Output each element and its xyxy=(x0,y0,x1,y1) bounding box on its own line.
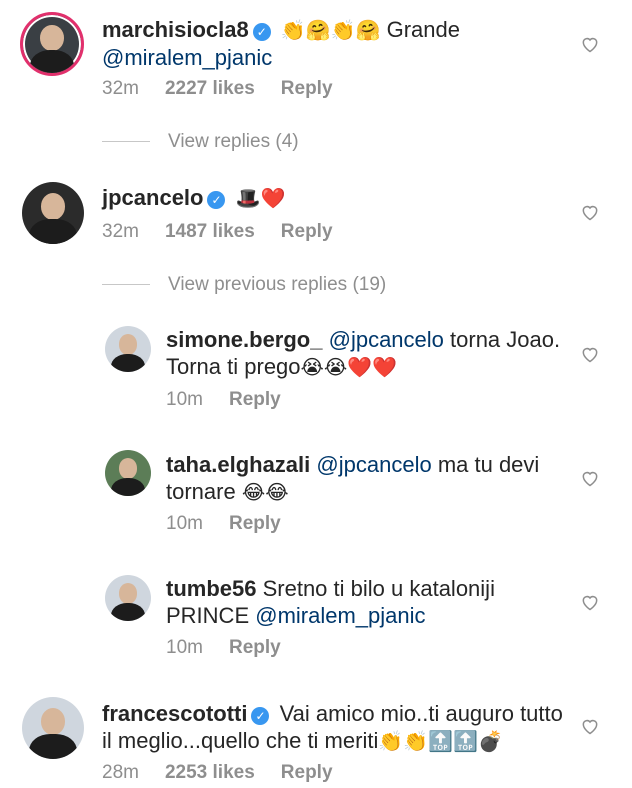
verified-badge-icon: ✓ xyxy=(207,191,226,209)
heart-icon[interactable] xyxy=(580,344,600,364)
timestamp: 32m xyxy=(102,221,139,242)
username[interactable]: marchisiocla8 xyxy=(102,17,249,42)
heart-icon[interactable] xyxy=(580,716,600,736)
heart-icon[interactable] xyxy=(580,202,600,222)
likes-count[interactable]: 2227 likes xyxy=(165,78,255,99)
reply-button[interactable]: Reply xyxy=(281,78,333,99)
username[interactable]: francescototti xyxy=(102,701,247,726)
timestamp: 10m xyxy=(166,389,203,410)
likes-count[interactable]: 1487 likes xyxy=(165,221,255,242)
comment-text: jpcancelo ✓ 🎩❤️ xyxy=(102,184,572,212)
reply-button[interactable]: Reply xyxy=(229,389,281,410)
reply-button[interactable]: Reply xyxy=(281,221,333,242)
reply-body: ma tu devi xyxy=(431,452,540,477)
mention-link[interactable]: @jpcancelo xyxy=(329,327,444,352)
comment-text: marchisiocla8 ✓ 👏🤗👏🤗 Grande @miralem_pjan… xyxy=(102,16,572,71)
comment-emoji: 🎩❤️ xyxy=(235,186,286,210)
comment-emoji: 👏🤗👏🤗 xyxy=(280,18,381,42)
avatar[interactable] xyxy=(105,326,151,372)
view-previous-replies-button[interactable]: View previous replies (19) xyxy=(102,274,386,296)
reply-body: torna Joao. xyxy=(443,327,561,352)
reply-text: taha.elghazali @jpcancelo ma tu devi tor… xyxy=(166,451,576,506)
reply-body: Sretno ti bilo u kataloniji xyxy=(256,576,495,601)
verified-badge-icon: ✓ xyxy=(251,707,270,725)
reply-meta: 10m Reply xyxy=(166,637,307,659)
timestamp: 10m xyxy=(166,637,203,658)
comment-body: Vai amico mio..ti auguro tutto xyxy=(273,701,563,726)
username[interactable]: taha.elghazali xyxy=(166,452,310,477)
username[interactable]: tumbe56 xyxy=(166,576,256,601)
verified-badge-icon: ✓ xyxy=(252,23,271,41)
reply-meta: 10m Reply xyxy=(166,389,307,411)
comment-meta: 32m 1487 likes Reply xyxy=(102,221,359,243)
likes-count[interactable]: 2253 likes xyxy=(165,762,255,783)
comment-body-line2: il meglio...quello che ti meriti xyxy=(102,728,379,753)
avatar[interactable] xyxy=(20,12,84,76)
reply-meta: 10m Reply xyxy=(166,513,307,535)
username[interactable]: jpcancelo xyxy=(102,185,203,210)
mention-link[interactable]: @miralem_pjanic xyxy=(255,603,425,628)
avatar[interactable] xyxy=(22,697,84,759)
heart-icon[interactable] xyxy=(580,34,600,54)
reply-body-line2: PRINCE xyxy=(166,603,256,628)
reply-text: simone.bergo_ @jpcancelo torna Joao. Tor… xyxy=(166,326,576,381)
divider xyxy=(102,141,150,143)
avatar[interactable] xyxy=(105,450,151,496)
reply-button[interactable]: Reply xyxy=(229,637,281,658)
comment-meta: 28m 2253 likes Reply xyxy=(102,762,359,784)
reply-button[interactable]: Reply xyxy=(229,513,281,534)
avatar[interactable] xyxy=(105,575,151,621)
comment-meta: 32m 2227 likes Reply xyxy=(102,78,359,100)
username[interactable]: simone.bergo_ xyxy=(166,327,322,352)
avatar[interactable] xyxy=(22,182,84,244)
comment-body: Grande xyxy=(380,17,460,42)
comment-emoji: 👏👏🔝🔝💣 xyxy=(378,729,503,753)
reply-body-line2: tornare xyxy=(166,479,242,504)
timestamp: 32m xyxy=(102,78,139,99)
timestamp: 28m xyxy=(102,762,139,783)
reply-body-line2: Torna ti prego xyxy=(166,354,301,379)
heart-icon[interactable] xyxy=(580,592,600,612)
mention-link[interactable]: @jpcancelo xyxy=(316,452,431,477)
reply-text: tumbe56 Sretno ti bilo u kataloniji PRIN… xyxy=(166,575,576,629)
view-replies-button[interactable]: View replies (4) xyxy=(102,131,299,153)
reply-button[interactable]: Reply xyxy=(281,762,333,783)
reply-emoji: 😂😂 xyxy=(241,480,289,504)
comment-text: francescototti ✓ Vai amico mio..ti auguro… xyxy=(102,700,572,755)
divider xyxy=(102,284,150,286)
mention-link[interactable]: @miralem_pjanic xyxy=(102,45,272,70)
reply-emoji: 😭😭❤️❤️ xyxy=(300,355,398,379)
heart-icon[interactable] xyxy=(580,468,600,488)
timestamp: 10m xyxy=(166,513,203,534)
